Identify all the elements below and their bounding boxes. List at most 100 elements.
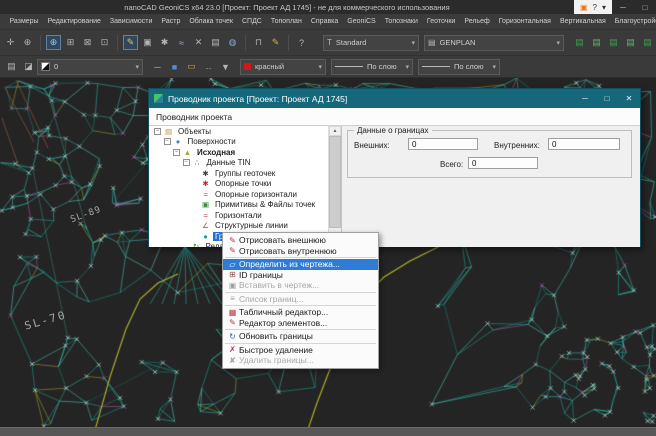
tree-collapse-icon[interactable]: − [183,159,190,166]
sphere-icon[interactable]: ◍ [225,35,240,50]
menubar-item-12[interactable]: Горизонтальная [494,18,555,25]
chevron-down-icon[interactable]: ▾ [405,63,409,71]
layer-select[interactable]: 0 ▾ [37,59,143,75]
doc-import-icon[interactable]: ▤ [623,35,638,50]
app-maximize-button[interactable]: □ [634,0,656,14]
menubar-item-2[interactable]: Зависимости [105,18,156,25]
tree-item-4[interactable]: Группы геоточек [213,169,277,178]
menubar-item-7[interactable]: Справка [306,18,342,25]
dialog-maximize-button[interactable]: □ [596,89,618,108]
tree-item-9[interactable]: Структурные линии [213,221,290,230]
text-style-select[interactable]: T Standard ▾ [323,35,419,51]
menubar-item-5[interactable]: СПДС [237,18,266,25]
zoom-object-icon[interactable]: ⊡ [97,35,112,50]
menubar-item-3[interactable]: Растр [157,18,185,25]
dialog-close-button[interactable]: ✕ [618,89,640,108]
tree-row[interactable]: ≈Опорные горизонтали [149,189,328,200]
layout-select[interactable]: ▤ GENPLAN ▾ [424,35,564,51]
menubar-item-0[interactable]: Размеры [5,18,43,25]
chevron-down-icon[interactable]: ▾ [318,63,322,71]
sketch-icon[interactable]: ✎ [268,35,283,50]
tree-item-5[interactable]: Опорные точки [213,179,273,188]
context-menu-item-3[interactable]: ⊞ID границы [223,270,378,281]
tree-row[interactable]: −▲Исходная [149,147,328,158]
tree-row[interactable]: ≈Горизонтали [149,210,328,221]
menubar-item-6[interactable]: Топоплан [266,18,306,25]
menubar-item-14[interactable]: Благоустройство [610,18,656,25]
menubar-item-4[interactable]: Облака точек [185,18,238,25]
doc-save-icon[interactable]: ▤ [606,35,621,50]
tree-row[interactable]: −∴Данные TIN [149,158,328,169]
zoom-dynamic-icon[interactable]: ⊕ [46,35,61,50]
dialog-titlebar[interactable]: Проводник проекта [Проект: Проект АД 174… [149,89,640,108]
scrollbar-thumb[interactable] [329,136,341,228]
doc-open-icon[interactable]: ▤ [589,35,604,50]
color-select[interactable]: красный ▾ [240,59,326,75]
context-menu-item-1[interactable]: ✎Отрисовать внутреннюю [223,246,378,257]
chevron-down-icon[interactable]: ▾ [492,63,496,71]
menubar-item-8[interactable]: GeoniCS [343,18,380,25]
menubar-item-9[interactable]: Топознаки [380,18,422,25]
doc-new-icon[interactable]: ▤ [572,35,587,50]
tree-item-7[interactable]: Примитивы & Файлы точек [213,200,317,209]
help-box[interactable]: ▣ ? ▾ [574,0,612,14]
tree-row[interactable]: ▣Примитивы & Файлы точек [149,200,328,211]
layer-lock-icon[interactable]: ■ [167,59,182,74]
layer-filter-icon[interactable]: ▼ [218,59,233,74]
context-menu-item-7[interactable]: ✎Редактор элементов... [223,318,378,329]
linetype-select[interactable]: По слою ▾ [331,59,413,75]
help-arrow-icon[interactable]: ▾ [602,3,606,12]
scroll-up-icon[interactable]: ▲ [329,126,341,136]
menubar-item-1[interactable]: Редактирование [43,18,105,25]
menubar-item-10[interactable]: Геоточки [422,18,459,25]
properties-icon[interactable]: ▣ [140,35,155,50]
external-count-field[interactable]: 0 [408,138,478,150]
help-question-icon[interactable]: ? [593,3,597,12]
profile-icon[interactable]: ≈ [174,35,189,50]
help-icon[interactable]: ? [294,35,309,50]
context-menu-item-2[interactable]: ▱Определить из чертежа... [223,259,378,270]
edit-pencil-icon[interactable]: ✎ [123,35,138,50]
tree-row[interactable]: −▤Объекты [149,126,328,137]
menubar-item-11[interactable]: Рельеф [460,18,494,25]
tree-row[interactable]: ✱Опорные точки [149,179,328,190]
settings-icon[interactable]: ✱ [157,35,172,50]
tree-row[interactable]: −●Поверхности [149,137,328,148]
tree-scrollbar[interactable]: ▲ ▼ [328,126,341,247]
app-minimize-button[interactable]: ─ [612,0,634,14]
chevron-down-icon[interactable]: ▾ [411,39,415,47]
layer-on-icon[interactable]: ─ [150,59,165,74]
context-menu-item-9[interactable]: ✗Быстрое удаление [223,345,378,356]
tree-item-6[interactable]: Опорные горизонтали [213,190,299,199]
section-icon[interactable]: ⊓ [251,35,266,50]
zoom-extents-icon[interactable]: ⊠ [80,35,95,50]
total-count-field[interactable]: 0 [468,157,538,169]
tree-item-2[interactable]: Исходная [195,148,237,157]
dialog-minimize-button[interactable]: ─ [574,89,596,108]
tree-item-8[interactable]: Горизонтали [213,211,264,220]
context-menu-item-0[interactable]: ✎Отрисовать внешнюю [223,235,378,246]
tree-row[interactable]: ✱Группы геоточек [149,168,328,179]
context-menu-item-6[interactable]: ▦Табличный редактор... [223,307,378,318]
pan-icon[interactable]: ✛ [3,35,18,50]
tree-item-1[interactable]: Поверхности [186,137,238,146]
zoom-window-icon[interactable]: ⊞ [63,35,78,50]
context-menu-item-8[interactable]: ↻Обновить границы [223,331,378,342]
tree-collapse-icon[interactable]: − [173,149,180,156]
chevron-down-icon[interactable]: ▾ [135,63,139,71]
tree-collapse-icon[interactable]: − [164,138,171,145]
tree-item-0[interactable]: Объекты [176,127,213,136]
scale-icon[interactable]: ✕ [191,35,206,50]
layers-icon[interactable]: ▤ [4,59,19,74]
doc-export-icon[interactable]: ▤ [640,35,655,50]
tree-row[interactable]: ∠Структурные линии [149,221,328,232]
layer-freeze-icon[interactable]: ▭ [184,59,199,74]
menubar-item-13[interactable]: Вертикальная [555,18,610,25]
image-icon[interactable]: ▤ [208,35,223,50]
tree-collapse-icon[interactable]: − [154,128,161,135]
chevron-down-icon[interactable]: ▾ [556,39,560,47]
lineweight-select[interactable]: По слою ▾ [418,59,500,75]
layer-state-icon[interactable]: ◪ [21,59,36,74]
tree-item-3[interactable]: Данные TIN [205,158,253,167]
zoom-scale-icon[interactable]: ⊕ [20,35,35,50]
